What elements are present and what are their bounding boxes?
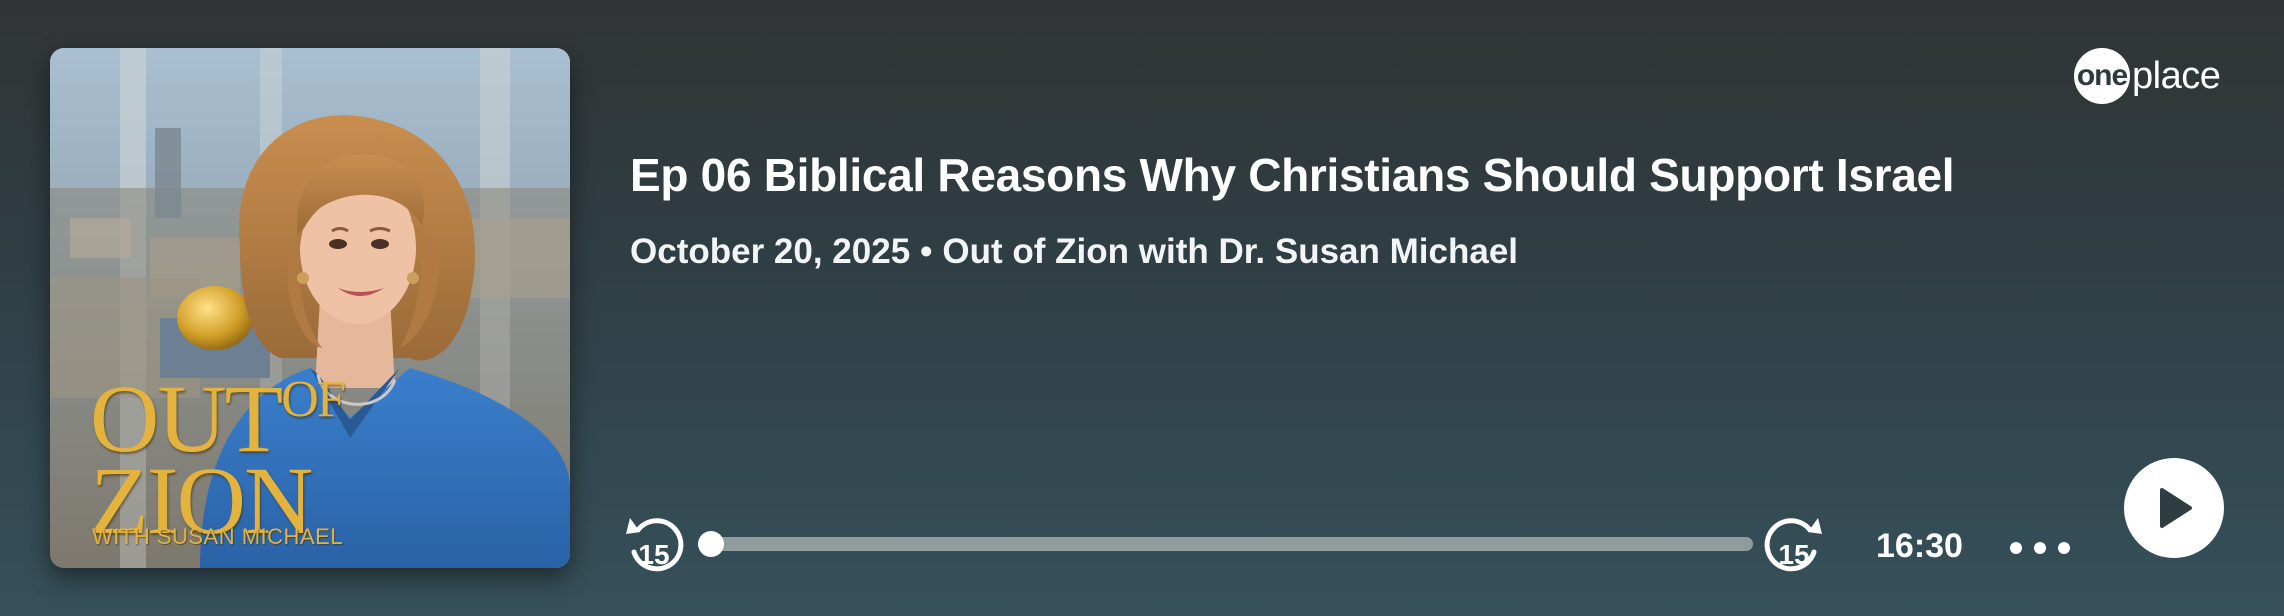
episode-date: October 20, 2025 — [630, 232, 911, 271]
play-icon — [2160, 488, 2192, 528]
more-horizontal-icon-dot — [2034, 542, 2046, 554]
duration: 16:30 — [1876, 527, 1963, 565]
skip-back-15-button[interactable]: 15 — [624, 508, 684, 572]
podcast-player: OUTOF ZION WITH SUSAN MICHAEL one place … — [0, 0, 2284, 616]
cover-art[interactable]: OUTOF ZION WITH SUSAN MICHAEL — [50, 48, 570, 568]
skip-forward-label: 15 — [1778, 539, 1809, 570]
cover-title-of: OF — [281, 371, 346, 428]
logo-place-text: place — [2132, 54, 2221, 97]
episode-title: Ep 06 Biblical Reasons Why Christians Sh… — [630, 149, 1955, 201]
more-options-button[interactable] — [2010, 533, 2070, 563]
more-horizontal-icon-dot — [2058, 542, 2070, 554]
progress-knob[interactable] — [698, 531, 724, 557]
oneplace-logo[interactable]: one place — [2074, 46, 2221, 106]
meta-separator: • — [920, 232, 933, 271]
cover-title: OUTOF ZION — [90, 371, 346, 548]
show-name[interactable]: Out of Zion with Dr. Susan Michael — [942, 232, 1518, 271]
more-horizontal-icon-dot — [2010, 542, 2022, 554]
rotate-ccw-15-icon: 15 — [626, 518, 684, 572]
cover-subtitle: WITH SUSAN MICHAEL — [92, 524, 344, 549]
progress-track[interactable] — [698, 537, 1753, 551]
episode-meta: October 20, 2025 • Out of Zion with Dr. Su… — [630, 232, 1518, 272]
play-button[interactable] — [2124, 458, 2224, 558]
skip-back-label: 15 — [638, 539, 669, 570]
rotate-cw-15-icon: 15 — [1764, 518, 1822, 572]
logo-one-circle: one — [2074, 48, 2130, 104]
skip-forward-15-button[interactable]: 15 — [1764, 508, 1824, 572]
